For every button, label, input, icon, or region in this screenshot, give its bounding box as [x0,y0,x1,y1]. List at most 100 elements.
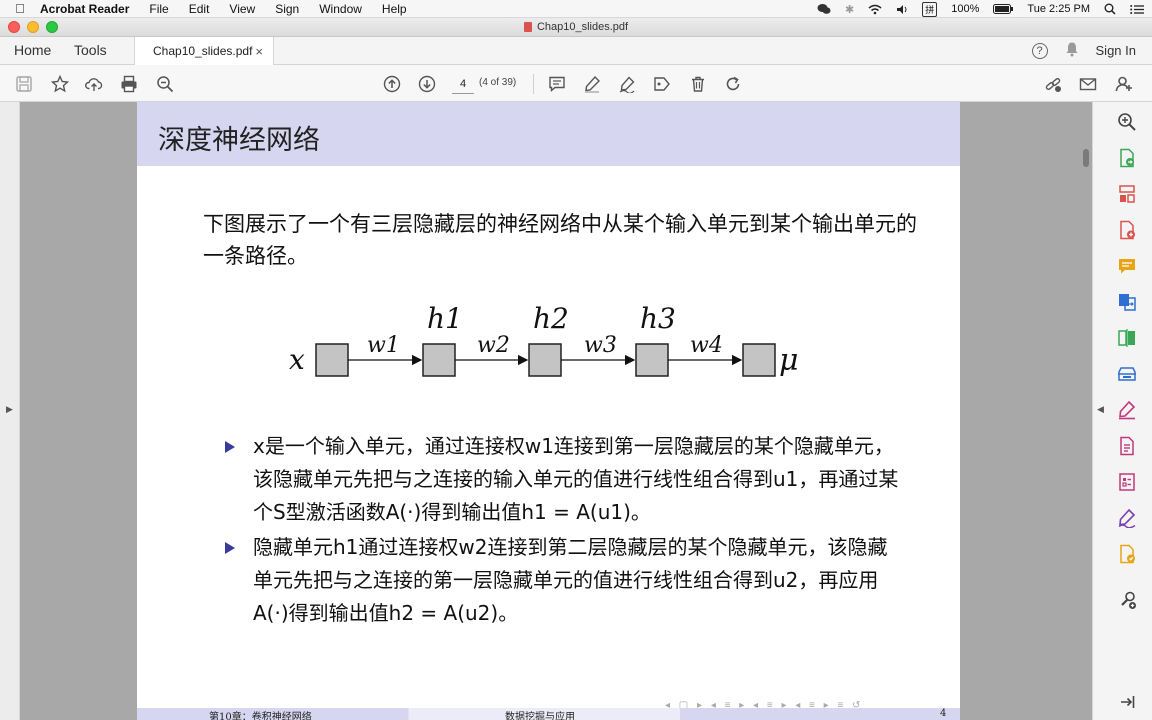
menu-help[interactable]: Help [382,2,407,16]
more-tools-icon[interactable] [1117,590,1137,610]
tab-home[interactable]: Home [14,42,51,58]
left-navigation-pane: ▶ [0,102,20,720]
input-method-icon[interactable]: 拼 [922,1,938,17]
send-for-review-icon[interactable] [1117,544,1137,564]
slide-title: 深度神经网络 [158,125,320,156]
battery-icon[interactable] [993,4,1014,14]
bullet-triangle-icon [225,542,235,554]
pdf-document-icon [523,22,532,32]
hidden-node-2 [528,343,562,377]
add-user-icon[interactable] [1114,74,1134,94]
document-tab-label: Chap10_slides.pdf [153,44,253,58]
compare-files-icon[interactable] [1117,328,1137,348]
bluetooth-icon[interactable]: ✱ [845,3,854,16]
menu-app-name[interactable]: Acrobat Reader [40,2,129,16]
maximize-window-button[interactable] [46,21,58,33]
edit-pdf-icon[interactable] [1117,436,1137,456]
page-count-label: (4 of 39) [479,77,517,88]
close-tab-icon[interactable]: × [255,44,263,59]
scan-ocr-icon[interactable] [1117,364,1137,384]
tab-tools[interactable]: Tools [74,42,107,58]
create-pdf-icon[interactable] [1117,220,1137,240]
battery-percent: 100% [951,3,980,15]
notification-center-icon[interactable] [1130,4,1144,15]
right-tools-pane: ◀ [1092,102,1152,720]
cloud-upload-icon[interactable] [84,74,104,94]
spotlight-search-icon[interactable] [1104,3,1116,15]
hidden-node-1 [422,343,456,377]
comment-icon[interactable] [547,74,567,94]
bullet-item: x是一个输入单元，通过连接权w1连接到第一层隐藏层的某个隐藏单元，该隐藏单元先把… [225,430,905,529]
footer-course: 数据挖掘与应用 [505,712,575,720]
neural-path-diagram: x w1 w2 w3 w4 h1 h2 h3 μ [289,302,799,378]
wechat-icon[interactable] [817,3,831,15]
fill-and-sign-icon[interactable] [1117,400,1137,420]
apple-menu-icon[interactable]:  [0,1,40,16]
prepare-form-icon[interactable] [1117,472,1137,492]
zoom-search-icon[interactable] [1117,112,1137,132]
input-node [315,343,349,377]
sign-in-link[interactable]: Sign In [1096,43,1136,58]
request-signature-icon[interactable] [1117,508,1137,529]
notifications-bell-icon[interactable] [1064,41,1080,60]
comment-tool-icon[interactable] [1117,256,1137,276]
print-icon[interactable] [119,74,139,94]
hidden-label-h2: h2 [533,302,569,335]
delete-trash-icon[interactable] [688,74,708,94]
close-window-button[interactable] [8,21,20,33]
organize-pages-icon[interactable] [1117,184,1137,204]
weight-label-w4: w4 [690,333,723,358]
macos-menu-bar:  Acrobat Reader File Edit View Sign Win… [0,0,1152,18]
menu-file[interactable]: File [149,2,168,16]
window-controls [8,21,58,33]
bullet-text: 隐藏单元h1通过连接权w2连接到第二层隐藏层的某个隐藏单元，该隐藏单元先把与之连… [253,535,888,625]
footer-chapter: 第10章：卷积神经网络 [209,712,312,720]
fill-sign-icon[interactable] [617,74,637,94]
document-canvas[interactable]: 深度神经网络 下图展示了一个有三层隐藏层的神经网络中从某个输入单元到某个输出单元… [20,102,1092,720]
minimize-window-button[interactable] [27,21,39,33]
wifi-icon[interactable] [868,4,882,15]
scrollbar-thumb[interactable] [1083,149,1089,167]
slide-intro-text: 下图展示了一个有三层隐藏层的神经网络中从某个输入单元到某个输出单元的一条路径。 [203,212,917,268]
bullet-text: x是一个输入单元，通过连接权w1连接到第一层隐藏层的某个隐藏单元，该隐藏单元先把… [253,434,899,524]
collapse-tools-pane-icon[interactable] [1117,692,1137,712]
vertical-scrollbar[interactable] [1080,102,1092,720]
hidden-label-h1: h1 [427,302,463,335]
tab-bar: Home Tools Chap10_slides.pdf × ? Sign In [0,37,1152,65]
bullet-item: 隐藏单元h1通过连接权w2连接到第二层隐藏层的某个隐藏单元，该隐藏单元先把与之连… [225,531,905,630]
menu-view[interactable]: View [229,2,255,16]
hidden-label-h3: h3 [640,302,676,335]
zoom-out-icon[interactable] [155,74,175,94]
expand-left-pane-icon[interactable]: ▶ [6,404,13,415]
collapse-right-pane-icon[interactable]: ◀ [1097,404,1104,415]
stamp-tag-icon[interactable] [652,74,672,94]
output-node [742,343,776,377]
window-title: Chap10_slides.pdf [536,21,629,33]
menu-edit[interactable]: Edit [189,2,210,16]
menu-sign[interactable]: Sign [275,2,299,16]
email-envelope-icon[interactable] [1078,74,1098,94]
highlight-pen-icon[interactable] [582,74,602,94]
save-icon[interactable] [14,74,34,94]
bookmark-star-icon[interactable] [50,74,70,94]
toolbar-divider [533,74,534,94]
weight-label-w2: w2 [477,333,510,358]
rotate-icon[interactable] [723,74,743,94]
share-link-icon[interactable] [1043,74,1063,94]
export-pdf-icon[interactable] [1117,148,1137,168]
next-page-icon[interactable] [417,74,437,94]
clock[interactable]: Tue 2:25 PM [1027,3,1090,15]
weight-label-w3: w3 [584,333,617,358]
slide-footer: 第10章：卷积神经网络 数据挖掘与应用 4 [137,708,960,720]
diagram-input-label: x [289,343,305,376]
hidden-node-3 [635,343,669,377]
menu-window[interactable]: Window [319,2,362,16]
combine-files-icon[interactable] [1117,292,1137,312]
footer-page-number: 4 [940,708,947,719]
page-number-input[interactable]: 4 [452,74,474,94]
weight-label-w1: w1 [367,333,400,358]
tab-document[interactable]: Chap10_slides.pdf × [134,37,274,65]
volume-icon[interactable] [896,4,908,15]
previous-page-icon[interactable] [382,74,402,94]
help-icon[interactable]: ? [1031,42,1048,59]
